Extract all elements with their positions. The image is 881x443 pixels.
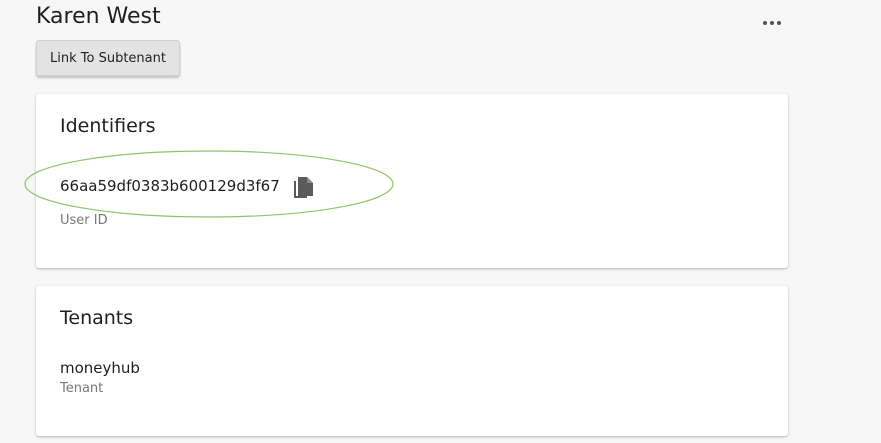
tenant-label: Tenant — [60, 381, 104, 396]
tenants-card: Tenants moneyhub Tenant — [36, 286, 788, 436]
more-options-button[interactable] — [756, 10, 788, 36]
more-horizontal-icon — [763, 21, 781, 25]
link-to-subtenant-button[interactable]: Link To Subtenant — [36, 40, 180, 76]
user-id-label: User ID — [60, 213, 108, 228]
page-title: Karen West — [36, 4, 161, 29]
copy-icon[interactable] — [292, 176, 316, 200]
identifiers-card: Identifiers 66aa59df0383b600129d3f67 Use… — [36, 94, 788, 268]
copy-icon-graphic — [294, 177, 313, 198]
user-id-value[interactable]: 66aa59df0383b600129d3f67 — [60, 176, 280, 196]
tenant-name-value: moneyhub — [60, 359, 140, 377]
identifiers-card-title: Identifiers — [60, 115, 156, 137]
user-detail-page: Karen West Link To Subtenant Identifiers… — [0, 0, 881, 443]
tenants-card-title: Tenants — [60, 307, 134, 329]
